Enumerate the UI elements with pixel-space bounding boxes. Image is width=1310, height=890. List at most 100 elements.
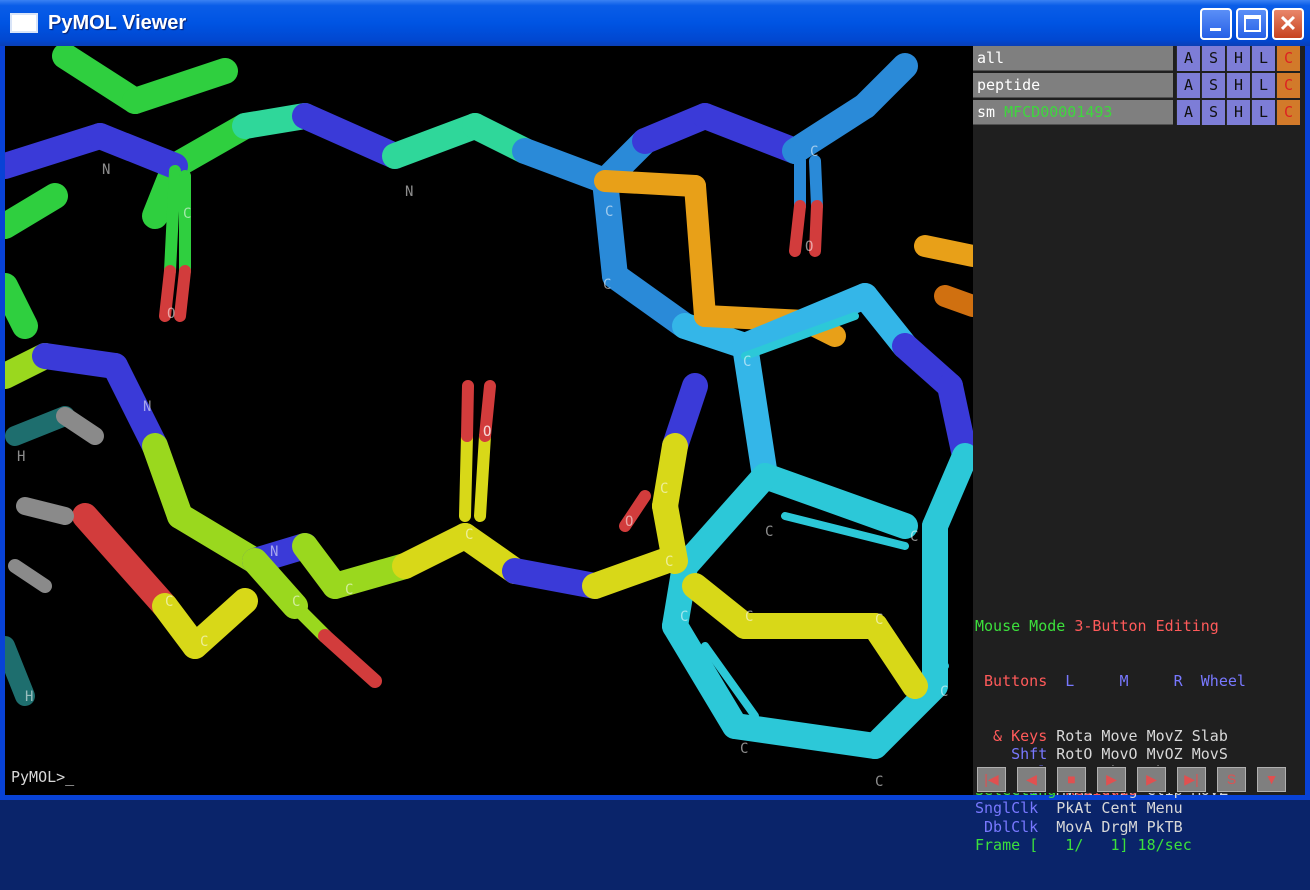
bond-stick [809,155,823,212]
bond-stick [594,170,706,197]
object-panel: all A S H L Cpeptide A S H L Csm MFCD00001493 A S H L C… [973,46,1305,854]
atom-label: C [743,354,751,370]
bond-stick [292,103,408,169]
atom-label: C [875,774,883,790]
atom-label: C [680,609,688,625]
bond-stick [5,273,38,339]
end-button[interactable]: ▶| [1177,767,1206,792]
object-name[interactable]: peptide [973,73,1173,98]
object-l-button[interactable]: L [1251,100,1275,125]
molecule-viewport[interactable]: CCCNNOOONCCCCCCCNCCCOOCCCCCCCHH PyMOL>_ [5,46,973,795]
rewind-button[interactable]: |◀ [977,767,1006,792]
atom-label: C [465,527,473,543]
menu-button[interactable]: ▼ [1257,767,1286,792]
atom-label: O [805,239,813,255]
bond-stick [672,463,778,579]
atom-label: C [292,594,300,610]
object-s-button[interactable]: S [1201,73,1225,98]
pymol-window: PyMOL Viewer ✕ CCCNNOOONCCCCCCCNCCCOOCCC… [0,0,1310,854]
back-button[interactable]: ◀ [1017,767,1046,792]
bond-stick [5,183,68,239]
play-button[interactable]: ▶ [1097,767,1126,792]
object-name[interactable]: all [973,46,1173,71]
object-h-button[interactable]: H [1226,100,1250,125]
atom-label: H [25,689,33,705]
object-s-button[interactable]: S [1201,46,1225,71]
bond-stick [862,613,928,699]
object-subname-text: MFCD00001493 [1004,103,1113,121]
object-a-button[interactable]: A [1176,100,1200,125]
bond-stick [318,629,382,688]
bond-stick [164,165,181,277]
bond-stick [8,559,52,593]
mouse-mode-panel[interactable]: Mouse Mode 3-Button Editing Buttons L M … [975,581,1305,890]
window-title: PyMOL Viewer [48,12,187,34]
object-row[interactable]: peptide A S H L C [973,73,1305,99]
buttons-label: Buttons [975,672,1048,690]
atom-label: C [810,144,818,160]
atom-label: C [940,684,948,700]
command-prompt[interactable]: PyMOL>_ [11,768,74,786]
bond-stick [122,58,238,114]
bond-stick [852,53,918,119]
atom-label: C [660,481,668,497]
object-row[interactable]: sm MFCD00001493 A S H L C [973,100,1305,126]
minimize-button[interactable] [1200,8,1232,40]
atom-label: C [665,554,673,570]
object-l-button[interactable]: L [1251,46,1275,71]
object-h-button[interactable]: H [1226,73,1250,98]
mouse-key-actions: Rota Move MovZ Slab [1047,726,1228,745]
bond-stick [5,636,35,706]
bond-stick [56,407,104,445]
bond-stick [652,493,688,574]
bond-stick [461,380,474,442]
atom-label: N [405,184,413,200]
mouse-mode-value: 3-Button Editing [1074,617,1219,636]
bond-stick [789,200,806,257]
atom-label: O [167,306,175,322]
bond-stick [459,430,473,522]
object-h-button[interactable]: H [1226,46,1250,71]
playback-controls: |◀ ◀ ■ ▶ ▶ ▶| S ▼ [973,766,1305,793]
sculpt-button[interactable]: S [1217,767,1246,792]
bond-stick [167,503,268,574]
atom-label: N [143,399,151,415]
mouse-key-label: & Keys [975,726,1048,745]
object-name-text: all [977,49,1005,67]
object-row[interactable]: all A S H L C [973,46,1305,72]
mouse-key-actions: MovA DrgM PkTB [1038,817,1183,836]
atom-label: C [605,204,613,220]
atom-label: C [183,206,191,222]
atom-label: C [745,609,753,625]
mouse-key-actions: PkAt Cent Menu [1038,799,1183,818]
atom-label: H [17,449,25,465]
object-name-text: peptide [977,76,1041,94]
atom-label: C [165,594,173,610]
object-a-button[interactable]: A [1176,73,1200,98]
atom-label: O [483,424,491,440]
object-s-button[interactable]: S [1201,100,1225,125]
bond-stick [5,123,113,179]
atom-label: C [200,634,208,650]
forward-button[interactable]: ▶ [1137,767,1166,792]
molecule-render[interactable]: C CCNNOOONCCCCCCCNCCCOOCCCCCCCHH [5,46,973,795]
atom-label: N [270,544,278,560]
object-c-button[interactable]: C [1276,100,1300,125]
title-bar[interactable]: PyMOL Viewer ✕ [0,0,1310,46]
object-l-button[interactable]: L [1251,73,1275,98]
close-button[interactable]: ✕ [1272,8,1304,40]
atom-label: C [740,741,748,757]
bond-stick [914,235,973,267]
stop-button[interactable]: ■ [1057,767,1086,792]
object-a-button[interactable]: A [1176,46,1200,71]
app-icon [10,13,38,33]
object-name[interactable]: sm MFCD00001493 [973,100,1173,125]
atom-label: N [102,162,110,178]
object-c-button[interactable]: C [1276,73,1300,98]
maximize-button[interactable] [1236,8,1268,40]
object-c-button[interactable]: C [1276,46,1300,71]
atom-label: C [603,277,611,293]
object-name-text: sm [977,103,1005,121]
bond-stick [174,265,191,322]
bond-stick [16,497,74,525]
